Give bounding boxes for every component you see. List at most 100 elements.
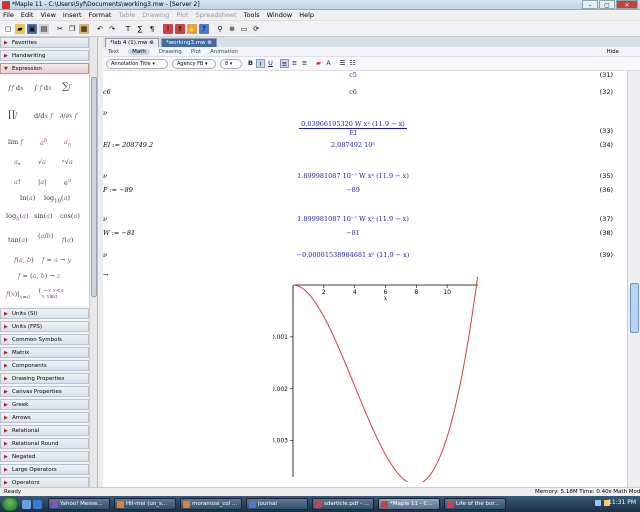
bold-icon[interactable]: B: [246, 59, 255, 68]
print-icon[interactable]: ▤: [39, 23, 49, 34]
palette-large-operators-header[interactable]: ▶ Large Operators: [0, 464, 89, 475]
palette-asterisk[interactable]: a*: [14, 158, 21, 168]
taskbar-button-life-of-the-bor[interactable]: Life of the bor...: [444, 498, 506, 510]
context-tab-text[interactable]: Text: [108, 49, 119, 55]
palette-scroll-thumb[interactable]: [91, 77, 97, 297]
window-icon[interactable]: ▭: [239, 23, 249, 34]
menu-insert[interactable]: Insert: [63, 11, 82, 19]
clock[interactable]: 11:31 PM: [608, 499, 636, 506]
palette-handwriting-header[interactable]: ▶ Handwriting: [0, 50, 89, 61]
close-button[interactable]: ✕: [616, 0, 638, 9]
palette-favorites-header[interactable]: ▶ Favorites: [0, 37, 89, 48]
palette-definite-integral[interactable]: ∫ f dx: [34, 84, 52, 92]
execute-icon[interactable]: !: [163, 23, 173, 34]
bullet-list-icon[interactable]: ☰: [338, 59, 347, 68]
cut-icon[interactable]: ✂: [55, 23, 65, 34]
menu-edit[interactable]: Edit: [21, 11, 34, 19]
undo-icon[interactable]: ↶: [95, 23, 105, 34]
taskbar-button-yahoo-messe[interactable]: Yahoo! Messe...: [48, 498, 110, 510]
palette-function-2[interactable]: f(a, b): [14, 256, 34, 264]
palette-negated-header[interactable]: ▶ Negated: [0, 451, 89, 462]
browser-icon[interactable]: [33, 499, 42, 509]
palette-integral[interactable]: ∫f dx: [8, 84, 24, 92]
redo-icon[interactable]: ↷: [107, 23, 117, 34]
highlight-icon[interactable]: ▰: [314, 59, 323, 68]
palette-expression-header[interactable]: ▼ Expression: [0, 63, 89, 74]
text-color-icon[interactable]: A: [324, 59, 333, 68]
palette-sin[interactable]: sin(a): [34, 212, 53, 220]
palette-matrix-header[interactable]: ▶ Matrix: [0, 347, 89, 358]
input-line[interactable]: W := −81: [103, 229, 135, 237]
magnifier-icon[interactable]: ⚲: [215, 23, 225, 34]
palette-subscript[interactable]: an: [64, 138, 71, 148]
network-icon[interactable]: [595, 500, 601, 506]
text-icon[interactable]: T: [123, 23, 133, 34]
palette-partial-derivative[interactable]: ∂/∂x f: [60, 112, 77, 120]
context-tab-drawing[interactable]: Drawing: [159, 49, 182, 55]
palette-operators-header[interactable]: ▶ Operators: [0, 477, 89, 487]
input-line[interactable]: ν: [103, 109, 107, 117]
taskbar-button-journal[interactable]: journal: [246, 498, 308, 510]
palette-units-si-header[interactable]: ▶ Units (SI): [0, 308, 89, 319]
palette-scrollbar[interactable]: [90, 37, 98, 487]
palette-factorial[interactable]: a!: [14, 178, 21, 186]
open-icon[interactable]: ▰: [15, 23, 25, 34]
menu-view[interactable]: View: [40, 11, 55, 19]
context-tab-plot[interactable]: Plot: [191, 49, 201, 55]
palette-log10[interactable]: log10(a): [44, 194, 70, 204]
taskbar-button-hil-mei-un-s[interactable]: Hil-mei (un_s...: [114, 498, 176, 510]
close-icon[interactable]: ⊗: [148, 40, 154, 46]
minimize-button[interactable]: –: [582, 0, 598, 9]
new-icon[interactable]: ▢: [3, 23, 13, 34]
align-right-icon[interactable]: ≡: [300, 59, 309, 68]
menu-window[interactable]: Window: [267, 11, 293, 19]
palette-derivative[interactable]: d/dx f: [34, 112, 53, 120]
menu-file[interactable]: File: [3, 11, 14, 19]
palette-power[interactable]: ab: [40, 138, 47, 147]
menu-tools[interactable]: Tools: [244, 11, 260, 19]
document-scrollbar[interactable]: [627, 71, 640, 487]
menu-help[interactable]: Help: [299, 11, 314, 19]
palette-cos[interactable]: cos(a): [60, 212, 80, 220]
menu-spreadsheet[interactable]: Spreadsheet: [196, 11, 237, 19]
insert-paragraph-icon[interactable]: ¶: [147, 23, 157, 34]
context-tab-animation[interactable]: Animation: [210, 49, 238, 55]
palette-ln[interactable]: ln(a): [20, 194, 35, 202]
palette-arrow-function[interactable]: f = a → y: [42, 256, 71, 264]
palette-units-fps-header[interactable]: ▶ Units (FPS): [0, 321, 89, 332]
stop-icon[interactable]: ✋: [187, 23, 197, 34]
palette-components-header[interactable]: ▶ Components: [0, 360, 89, 371]
plot-region[interactable]: 246810-0.001-0.002-0.003x: [273, 277, 483, 482]
palette-arrows-header[interactable]: ▶ Arrows: [0, 412, 89, 423]
restart-icon[interactable]: ⟳: [251, 23, 261, 34]
document-scroll-thumb[interactable]: [630, 283, 639, 333]
input-line[interactable]: ν: [103, 215, 107, 223]
palette-canvas-properties-header[interactable]: ▶ Canvas Properties: [0, 386, 89, 397]
show-desktop-icon[interactable]: [22, 499, 31, 509]
palette-sqrt[interactable]: √a: [38, 158, 46, 166]
input-line[interactable]: P := −89: [103, 186, 133, 194]
align-center-icon[interactable]: ≡: [290, 59, 299, 68]
start-button[interactable]: [2, 497, 18, 511]
execute-all-icon[interactable]: ‼: [175, 23, 185, 34]
tab-1[interactable]: *lab 4 (1).mw ⊗: [105, 38, 159, 47]
paste-icon[interactable]: ▦: [79, 23, 89, 34]
context-tab-math[interactable]: Math: [128, 48, 150, 55]
menu-format[interactable]: Format: [89, 11, 112, 19]
save-icon[interactable]: ▣: [27, 23, 37, 34]
taskbar-button-maple-11-c[interactable]: *Maple 11 - C...: [378, 498, 440, 510]
underline-icon[interactable]: U: [266, 59, 275, 68]
input-line[interactable]: ν: [103, 172, 107, 180]
palette-eval-at[interactable]: f(x)|x=a: [6, 290, 30, 300]
palette-logb[interactable]: logb(a): [6, 212, 29, 222]
worksheet[interactable]: 246810-0.001-0.002-0.003x c5(31)c6c6(32)…: [103, 71, 627, 487]
menu-table[interactable]: Table: [118, 11, 135, 19]
menu-drawing[interactable]: Drawing: [142, 11, 169, 19]
palette-tan[interactable]: tan(a): [8, 236, 28, 244]
palette-greek-header[interactable]: ▶ Greek: [0, 399, 89, 410]
palette-relational-round-header[interactable]: ▶ Relational Round: [0, 438, 89, 449]
palette-common-symbols-header[interactable]: ▶ Common Symbols: [0, 334, 89, 345]
palette-binomial[interactable]: (a/b): [38, 232, 53, 240]
palette-product[interactable]: ∏f: [8, 110, 17, 120]
palette-nthroot[interactable]: ⁿ√a: [62, 158, 73, 166]
